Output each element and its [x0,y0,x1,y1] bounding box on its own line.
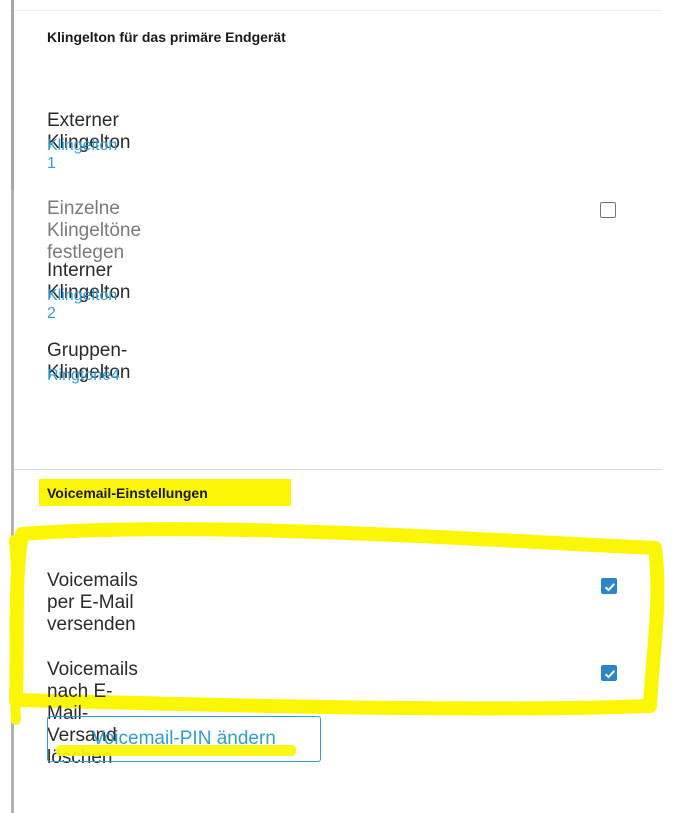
send-voicemail-email-label: Voicemails per E-Mail versenden [47,570,138,635]
top-divider [14,10,662,11]
group-ringtone-value[interactable]: Ringtone4 [47,367,120,385]
checkmark-icon [604,583,616,592]
checkmark-icon [604,670,616,679]
external-ringtone-value[interactable]: Klingelton 1 [47,137,117,173]
delete-after-email-checkbox[interactable] [601,665,617,681]
internal-ringtone-value[interactable]: Klingelton 2 [47,287,117,323]
left-rail-scroll-indicator [11,0,14,190]
section-divider [14,469,662,470]
ringtone-section-title: Klingelton für das primäre Endgerät [47,29,286,45]
send-voicemail-email-checkbox[interactable] [601,578,617,594]
individual-ringtones-checkbox[interactable] [600,202,616,218]
change-voicemail-pin-button[interactable]: Voicemail-PIN ändern [47,716,321,762]
individual-ringtones-label: Einzelne Klingeltöne festlegen [47,198,142,263]
voicemail-section-title: Voicemail-Einstellungen [47,485,208,501]
